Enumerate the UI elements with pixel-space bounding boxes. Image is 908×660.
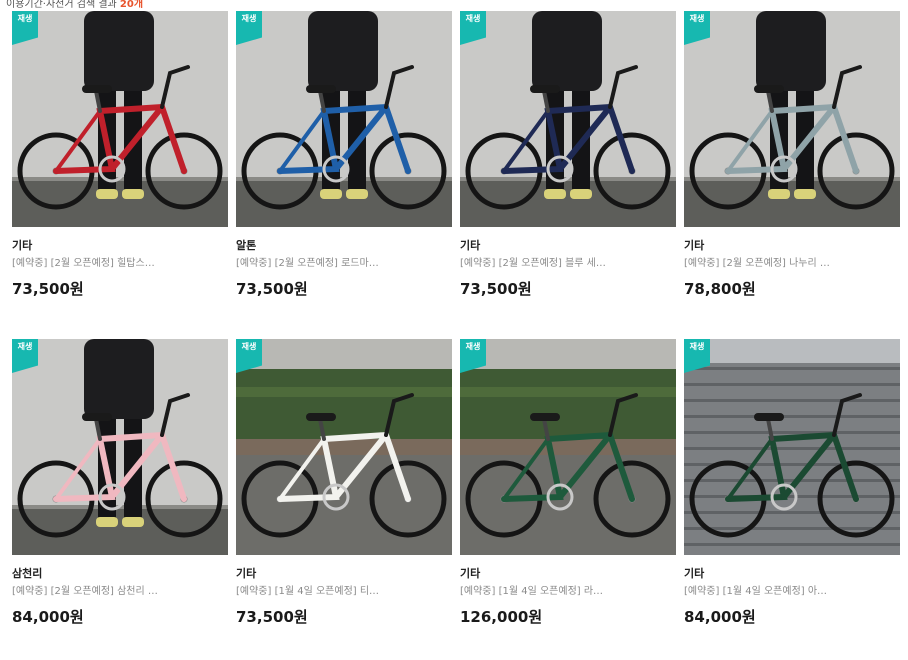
results-header: 이용기간·자전거 검색 결과 20개 — [0, 0, 908, 10]
product-price: 73,500원 — [236, 280, 308, 298]
product-grid: 재생 기타 [예약중] [2월 오픈예정] 힐탑스… 73,500원 재생 알톤… — [12, 11, 900, 659]
product-image[interactable]: 재생 — [12, 11, 228, 227]
product-price: 126,000원 — [460, 608, 543, 626]
product-card[interactable]: 재생 기타 [예약중] [1월 4일 오픈예정] 아… 84,000원 — [684, 339, 900, 659]
product-title[interactable]: [예약중] [2월 오픈예정] 힐탑스… — [12, 257, 228, 271]
product-card[interactable]: 재생 삼천리 [예약중] [2월 오픈예정] 삼천리 … 84,000원 — [12, 339, 228, 659]
product-title[interactable]: [예약중] [1월 4일 오픈예정] 라… — [460, 585, 676, 599]
product-card[interactable]: 재생 기타 [예약중] [1월 4일 오픈예정] 티… 73,500원 — [236, 339, 452, 659]
product-title[interactable]: [예약중] [2월 오픈예정] 나누리 … — [684, 257, 900, 271]
bicycle-photo — [12, 11, 228, 227]
product-card[interactable]: 재생 기타 [예약중] [1월 4일 오픈예정] 라… 126,000원 — [460, 339, 676, 659]
product-brand: 삼천리 — [12, 567, 43, 580]
bicycle-photo — [460, 339, 676, 555]
product-image[interactable]: 재생 — [684, 339, 900, 555]
product-image[interactable]: 재생 — [460, 11, 676, 227]
product-brand: 기타 — [460, 567, 481, 580]
product-card[interactable]: 재생 기타 [예약중] [2월 오픈예정] 블루 세… 73,500원 — [460, 11, 676, 331]
product-title[interactable]: [예약중] [1월 4일 오픈예정] 아… — [684, 585, 900, 599]
product-image[interactable]: 재생 — [460, 339, 676, 555]
bicycle-photo — [684, 11, 900, 227]
product-brand: 기타 — [236, 567, 257, 580]
product-image[interactable]: 재생 — [684, 11, 900, 227]
product-image[interactable]: 재생 — [236, 11, 452, 227]
product-brand: 알톤 — [236, 239, 257, 252]
product-title[interactable]: [예약중] [2월 오픈예정] 로드마… — [236, 257, 452, 271]
product-title[interactable]: [예약중] [2월 오픈예정] 삼천리 … — [12, 585, 228, 599]
product-price: 84,000원 — [12, 608, 84, 626]
product-brand: 기타 — [12, 239, 33, 252]
bicycle-photo — [236, 339, 452, 555]
product-price: 73,500원 — [460, 280, 532, 298]
bicycle-photo — [684, 339, 900, 555]
product-image[interactable]: 재생 — [236, 339, 452, 555]
product-price: 78,800원 — [684, 280, 756, 298]
product-price: 84,000원 — [684, 608, 756, 626]
product-title[interactable]: [예약중] [2월 오픈예정] 블루 세… — [460, 257, 676, 271]
results-header-text: 이용기간·자전거 검색 결과 — [6, 0, 120, 10]
product-brand: 기타 — [460, 239, 481, 252]
product-price: 73,500원 — [236, 608, 308, 626]
product-card[interactable]: 재생 알톤 [예약중] [2월 오픈예정] 로드마… 73,500원 — [236, 11, 452, 331]
product-card[interactable]: 재생 기타 [예약중] [2월 오픈예정] 나누리 … 78,800원 — [684, 11, 900, 331]
product-price: 73,500원 — [12, 280, 84, 298]
bicycle-photo — [12, 339, 228, 555]
product-brand: 기타 — [684, 567, 705, 580]
results-count: 20개 — [119, 0, 144, 10]
bicycle-photo — [460, 11, 676, 227]
product-image[interactable]: 재생 — [12, 339, 228, 555]
product-brand: 기타 — [684, 239, 705, 252]
product-title[interactable]: [예약중] [1월 4일 오픈예정] 티… — [236, 585, 452, 599]
bicycle-photo — [236, 11, 452, 227]
product-card[interactable]: 재생 기타 [예약중] [2월 오픈예정] 힐탑스… 73,500원 — [12, 11, 228, 331]
